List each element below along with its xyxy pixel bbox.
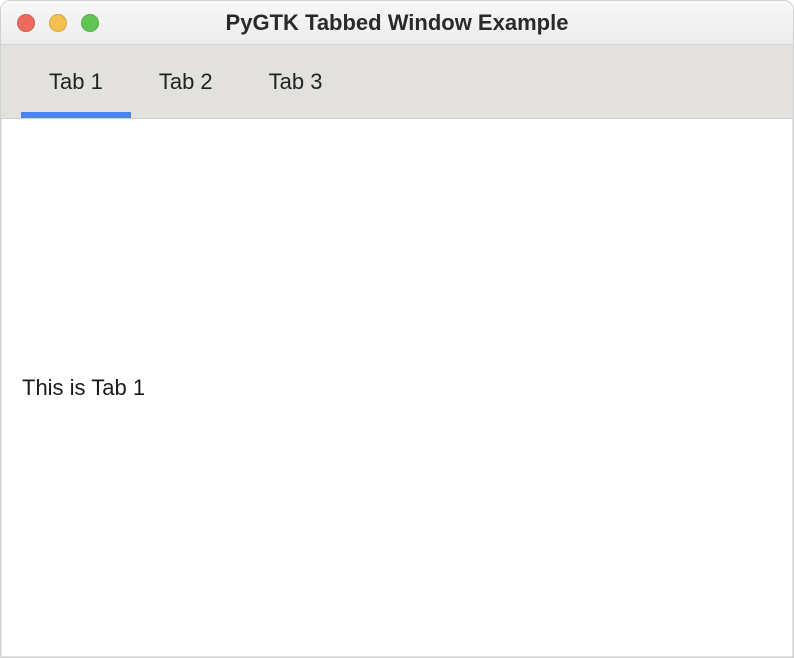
tab-label: Tab 2 [159,69,213,95]
tab-label: Tab 1 [49,69,103,95]
window-controls [1,14,99,32]
tab-label: Tab 3 [269,69,323,95]
window-title: PyGTK Tabbed Window Example [1,10,793,36]
minimize-icon[interactable] [49,14,67,32]
titlebar: PyGTK Tabbed Window Example [1,1,793,45]
tab-2[interactable]: Tab 2 [131,45,241,118]
content-text: This is Tab 1 [22,375,145,401]
tab-bar: Tab 1 Tab 2 Tab 3 [1,45,793,119]
tab-1[interactable]: Tab 1 [21,45,131,118]
tab-3[interactable]: Tab 3 [241,45,351,118]
close-icon[interactable] [17,14,35,32]
maximize-icon[interactable] [81,14,99,32]
app-window: PyGTK Tabbed Window Example Tab 1 Tab 2 … [0,0,794,658]
tab-content: This is Tab 1 [1,119,793,657]
